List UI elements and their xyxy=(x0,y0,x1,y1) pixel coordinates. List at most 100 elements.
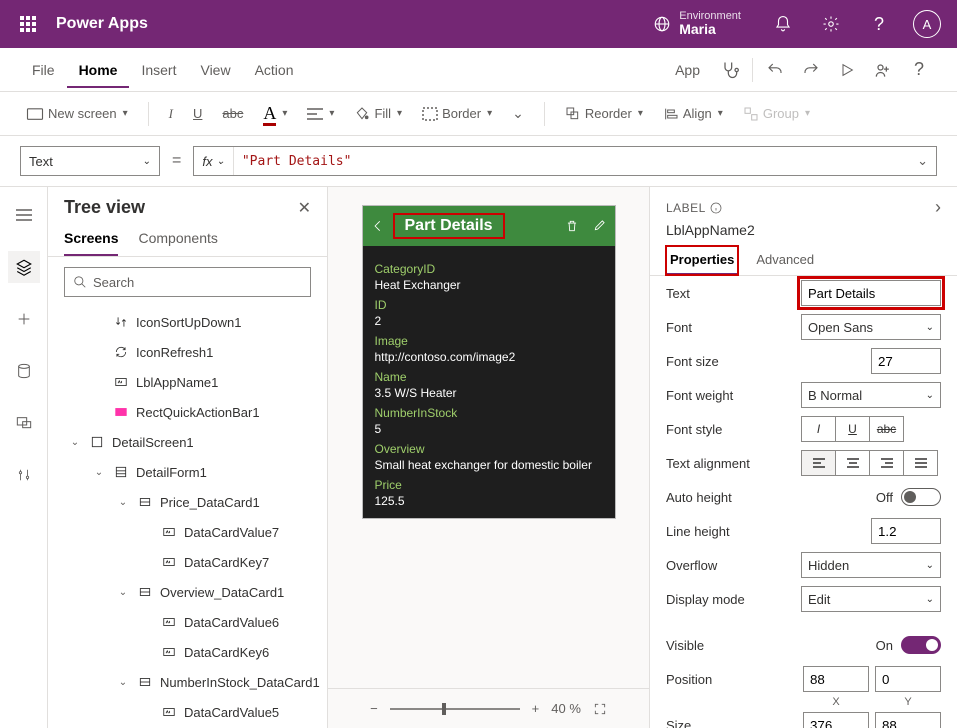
user-menu[interactable]: A xyxy=(905,0,949,48)
rail-treeview[interactable] xyxy=(8,251,40,283)
prop-width-input[interactable] xyxy=(803,712,869,728)
formula-input[interactable]: "Part Details" xyxy=(234,154,909,169)
tree-node[interactable]: ⌄Price_DataCard1 xyxy=(52,487,323,517)
field-value: http://contoso.com/image2 xyxy=(375,350,603,364)
notifications-button[interactable] xyxy=(761,0,805,48)
rail-hamburger[interactable] xyxy=(8,199,40,231)
settings-button[interactable] xyxy=(809,0,853,48)
strikethrough-icon: abc xyxy=(222,106,243,121)
style-italic-button[interactable]: I xyxy=(801,416,836,442)
tree-node[interactable]: IconSortUpDown1 xyxy=(52,307,323,337)
environment-picker[interactable]: Environment Maria xyxy=(637,10,757,37)
reorder-button[interactable]: Reorder▾ xyxy=(559,102,649,126)
tree-node[interactable]: DataCardValue6 xyxy=(52,607,323,637)
tree-node[interactable]: ⌄NumberInStock_DataCard1 xyxy=(52,667,323,697)
font-color-button[interactable]: A▾ xyxy=(257,99,293,128)
rail-insert[interactable] xyxy=(8,303,40,335)
tree-node[interactable]: ⌄DetailForm1 xyxy=(52,457,323,487)
underline-button[interactable]: U xyxy=(187,102,208,125)
close-treeview-button[interactable]: ✕ xyxy=(298,198,311,218)
prop-visible-toggle[interactable] xyxy=(901,636,941,654)
align-button[interactable]: ▾ xyxy=(301,103,340,125)
tree-node[interactable]: IconRefresh1 xyxy=(52,337,323,367)
app-launcher-button[interactable] xyxy=(8,16,48,32)
fx-button[interactable]: fx⌄ xyxy=(194,147,234,175)
menu-app[interactable]: App xyxy=(663,52,712,88)
tree-node[interactable]: DataCardValue5 xyxy=(52,697,323,727)
italic-button[interactable]: I xyxy=(163,102,179,126)
prop-lineheight-input[interactable] xyxy=(871,518,941,544)
tab-components[interactable]: Components xyxy=(138,222,217,256)
more-button[interactable]: ⌄ xyxy=(506,101,530,126)
tree-node[interactable]: LblAppName1 xyxy=(52,367,323,397)
prop-fontweight-select[interactable]: B Normal⌄ xyxy=(801,382,941,408)
underline-icon: U xyxy=(193,106,202,121)
tab-advanced[interactable]: Advanced xyxy=(756,246,814,275)
rail-media[interactable] xyxy=(8,407,40,439)
app-checker-button[interactable] xyxy=(712,52,748,88)
style-underline-button[interactable]: U xyxy=(835,416,870,442)
help-button-2[interactable]: ? xyxy=(901,52,937,88)
zoom-in-button[interactable]: + xyxy=(532,701,540,716)
redo-button[interactable] xyxy=(793,52,829,88)
back-icon[interactable] xyxy=(371,219,385,233)
align-center-button[interactable] xyxy=(835,450,870,476)
field-value: Small heat exchanger for domestic boiler xyxy=(375,458,603,472)
prop-autoheight-toggle[interactable] xyxy=(901,488,941,506)
field-value: 125.5 xyxy=(375,494,603,508)
property-selector[interactable]: Text⌄ xyxy=(20,146,160,176)
tree-node[interactable]: ⌄Overview_DataCard1 xyxy=(52,577,323,607)
align-left-button[interactable] xyxy=(801,450,836,476)
style-strike-button[interactable]: abc xyxy=(869,416,904,442)
align-right-button[interactable] xyxy=(869,450,904,476)
rail-data[interactable] xyxy=(8,355,40,387)
menu-action[interactable]: Action xyxy=(243,52,306,88)
tree-node[interactable]: DataCardKey7 xyxy=(52,547,323,577)
app-name-label[interactable]: Part Details xyxy=(393,213,505,239)
zoom-out-button[interactable]: − xyxy=(370,701,378,716)
font-color-icon: A xyxy=(263,103,276,124)
border-button[interactable]: Border▾ xyxy=(416,102,498,125)
prop-displaymode-select[interactable]: Edit⌄ xyxy=(801,586,941,612)
menu-view[interactable]: View xyxy=(188,52,242,88)
menu-home[interactable]: Home xyxy=(67,52,130,88)
prop-label-autoheight: Auto height xyxy=(666,490,876,505)
formula-input-container: fx⌄ "Part Details" ⌄ xyxy=(193,146,937,176)
tree-node[interactable]: ⌄DetailScreen1 xyxy=(52,427,323,457)
zoom-value: 40 % xyxy=(551,701,581,716)
field-label: Name xyxy=(375,370,603,384)
prop-fontsize-input[interactable] xyxy=(871,348,941,374)
rail-advanced[interactable] xyxy=(8,459,40,491)
prop-text-input[interactable] xyxy=(801,280,941,306)
fit-icon[interactable] xyxy=(593,702,607,716)
menu-insert[interactable]: Insert xyxy=(129,52,188,88)
field-value: 5 xyxy=(375,422,603,436)
edit-icon[interactable] xyxy=(593,218,607,232)
align-justify-button[interactable] xyxy=(903,450,938,476)
fill-button[interactable]: Fill▾ xyxy=(348,102,408,126)
tab-screens[interactable]: Screens xyxy=(64,222,118,256)
properties-expand[interactable]: › xyxy=(935,197,941,218)
share-button[interactable] xyxy=(865,52,901,88)
info-icon[interactable] xyxy=(710,202,722,214)
prop-font-select[interactable]: Open Sans⌄ xyxy=(801,314,941,340)
zoom-slider[interactable] xyxy=(390,708,520,710)
strikethrough-button[interactable]: abc xyxy=(216,102,249,125)
prop-y-input[interactable] xyxy=(875,666,941,692)
prop-overflow-select[interactable]: Hidden⌄ xyxy=(801,552,941,578)
undo-button[interactable] xyxy=(757,52,793,88)
treeview-search[interactable]: Search xyxy=(64,267,311,297)
help-button[interactable]: ? xyxy=(857,0,901,48)
tab-properties[interactable]: Properties xyxy=(666,246,738,275)
delete-icon[interactable] xyxy=(565,218,579,234)
tree-node[interactable]: DataCardKey6 xyxy=(52,637,323,667)
align-menu-button[interactable]: Align▾ xyxy=(657,102,729,126)
menu-file[interactable]: File xyxy=(20,52,67,88)
new-screen-button[interactable]: New screen▾ xyxy=(20,102,134,125)
tree-node[interactable]: DataCardValue7 xyxy=(52,517,323,547)
formula-expand[interactable]: ⌄ xyxy=(909,153,936,169)
preview-button[interactable] xyxy=(829,52,865,88)
prop-height-input[interactable] xyxy=(875,712,941,728)
tree-node[interactable]: RectQuickActionBar1 xyxy=(52,397,323,427)
prop-x-input[interactable] xyxy=(803,666,869,692)
